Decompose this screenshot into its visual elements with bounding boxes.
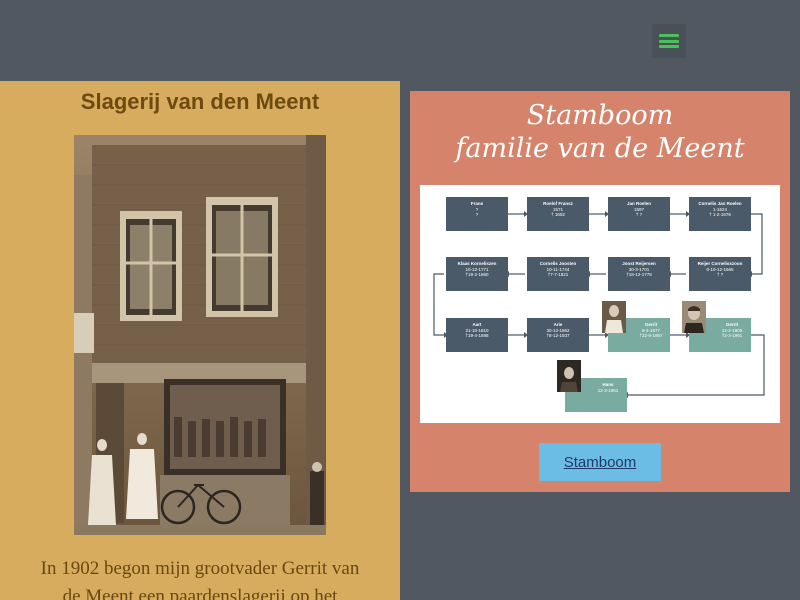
intro-text: In 1902 begon mijn grootvader Gerrit van… — [40, 558, 360, 600]
shop-title: Slagerij van den Meent — [80, 89, 320, 114]
tree-node: Cornelis Jan Roelen 1-1624 † 1-2-1676 — [689, 197, 751, 231]
portrait-photo — [682, 301, 706, 333]
stamboom-button[interactable]: Stamboom — [539, 443, 661, 481]
tree-node: Cornelis Joosten 10-11-1744 †7-7-1821 — [527, 257, 589, 291]
tree-node: Frans?? — [446, 197, 508, 231]
tree-node: Jan Roelen 1597 † ? — [608, 197, 670, 231]
tree-node: Reijer Cornelisszoon 0-10-12-1665 † ? — [689, 257, 751, 291]
shop-photo — [74, 135, 326, 535]
shop-panel: Slagerij van den Meent In 1902 begon mij… — [0, 81, 400, 600]
tree-node: Klaas Korneliszen 10-12-1771 †19-2-1860 — [446, 257, 508, 291]
portrait-photo — [602, 301, 626, 333]
tree-node: Arie 30-12-1862 †8-12-1937 — [527, 318, 589, 352]
portrait-photo — [557, 360, 581, 392]
tree-node: Roelof Fransz 1571 † 1602 — [527, 197, 589, 231]
tree-node: Aart 21-10-1810 †19-4-1898 — [446, 318, 508, 352]
family-tree-panel: Stamboom familie van de Meent Frans ? ? … — [410, 91, 790, 492]
menu-button[interactable] — [652, 24, 686, 58]
tree-node: Joost Reijersen 30-3-1701 †18-12-1778 — [608, 257, 670, 291]
family-tree-title: Stamboom familie van de Meent — [455, 100, 745, 164]
hamburger-icon — [659, 34, 679, 48]
family-tree-diagram: Frans?? Roelof Fransz 1571 † 1602 Jan Roel… — [420, 185, 780, 423]
